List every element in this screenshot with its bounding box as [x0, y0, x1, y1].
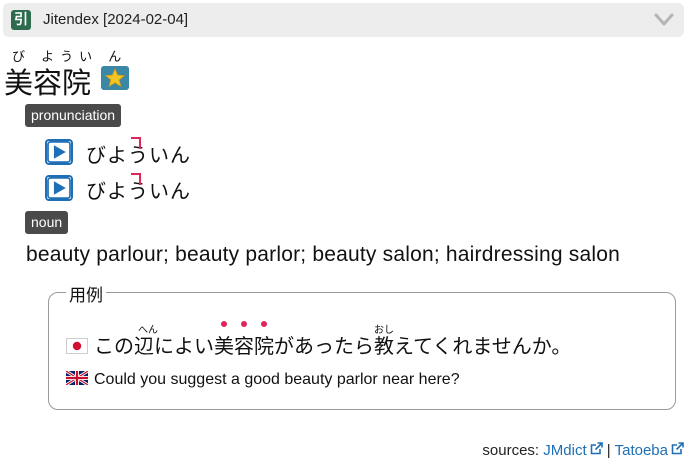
furigana: おし	[374, 325, 394, 336]
dictionary-header-bar[interactable]: 引 Jitendex [2024-02-04]	[3, 3, 684, 37]
pitch-accent-mark	[131, 137, 141, 149]
pronunciation-tag: pronunciation	[25, 104, 122, 127]
play-audio-icon[interactable]	[45, 139, 73, 165]
example-kanji: 辺	[134, 334, 154, 358]
uk-flag-icon	[66, 371, 88, 386]
example-kanji: 教	[374, 334, 394, 358]
source-link-tatoeba[interactable]: Tatoeba	[615, 442, 684, 459]
ruby-word: へん辺	[134, 325, 158, 358]
source-link-jmdict[interactable]: JMdict	[543, 442, 603, 459]
chevron-down-icon[interactable]	[654, 13, 674, 27]
highlighted-headword: 美容院	[214, 334, 274, 358]
dictionary-title: Jitendex [2024-02-04]	[43, 11, 189, 28]
japan-flag-icon	[66, 337, 88, 354]
external-link-icon	[590, 442, 603, 455]
example-text: えてくれませんか。	[394, 334, 572, 358]
headword: 美容院	[4, 66, 92, 100]
emphasis-dot	[221, 321, 227, 327]
ruby-word: おし教	[374, 325, 394, 358]
star-icon	[101, 66, 129, 90]
example-text: この	[94, 334, 134, 358]
sources-line: sources: JMdict | Tatoeba	[482, 442, 684, 459]
sources-prefix: sources:	[482, 442, 540, 459]
sources-separator: |	[606, 442, 611, 459]
part-of-speech-tag: noun	[25, 211, 69, 234]
source-link-label: Tatoeba	[614, 442, 668, 459]
example-translation: Could you suggest a good beauty parlor n…	[94, 371, 460, 388]
example-text: によい	[154, 334, 214, 358]
furigana: へん	[138, 325, 158, 336]
example-japanese-sentence: この へん 辺によい 美容院があったら おし 教えてくれませんか。	[66, 321, 572, 359]
source-link-label: JMdict	[543, 442, 587, 459]
pitch-accent-mark	[131, 173, 141, 185]
example-label: 用例	[66, 281, 106, 306]
definition-gloss: beauty parlour; beauty parlor; beauty sa…	[26, 243, 620, 266]
jitendex-logo: 引	[11, 10, 31, 30]
emphasis-dot	[241, 321, 247, 327]
example-text: があったら	[274, 334, 374, 358]
emphasis-dot	[261, 321, 267, 327]
highlighted-term: 美容院	[214, 321, 274, 358]
play-audio-icon[interactable]	[45, 175, 73, 201]
external-link-icon	[671, 442, 684, 455]
example-english-sentence: Could you suggest a good beauty parlor n…	[66, 371, 460, 389]
